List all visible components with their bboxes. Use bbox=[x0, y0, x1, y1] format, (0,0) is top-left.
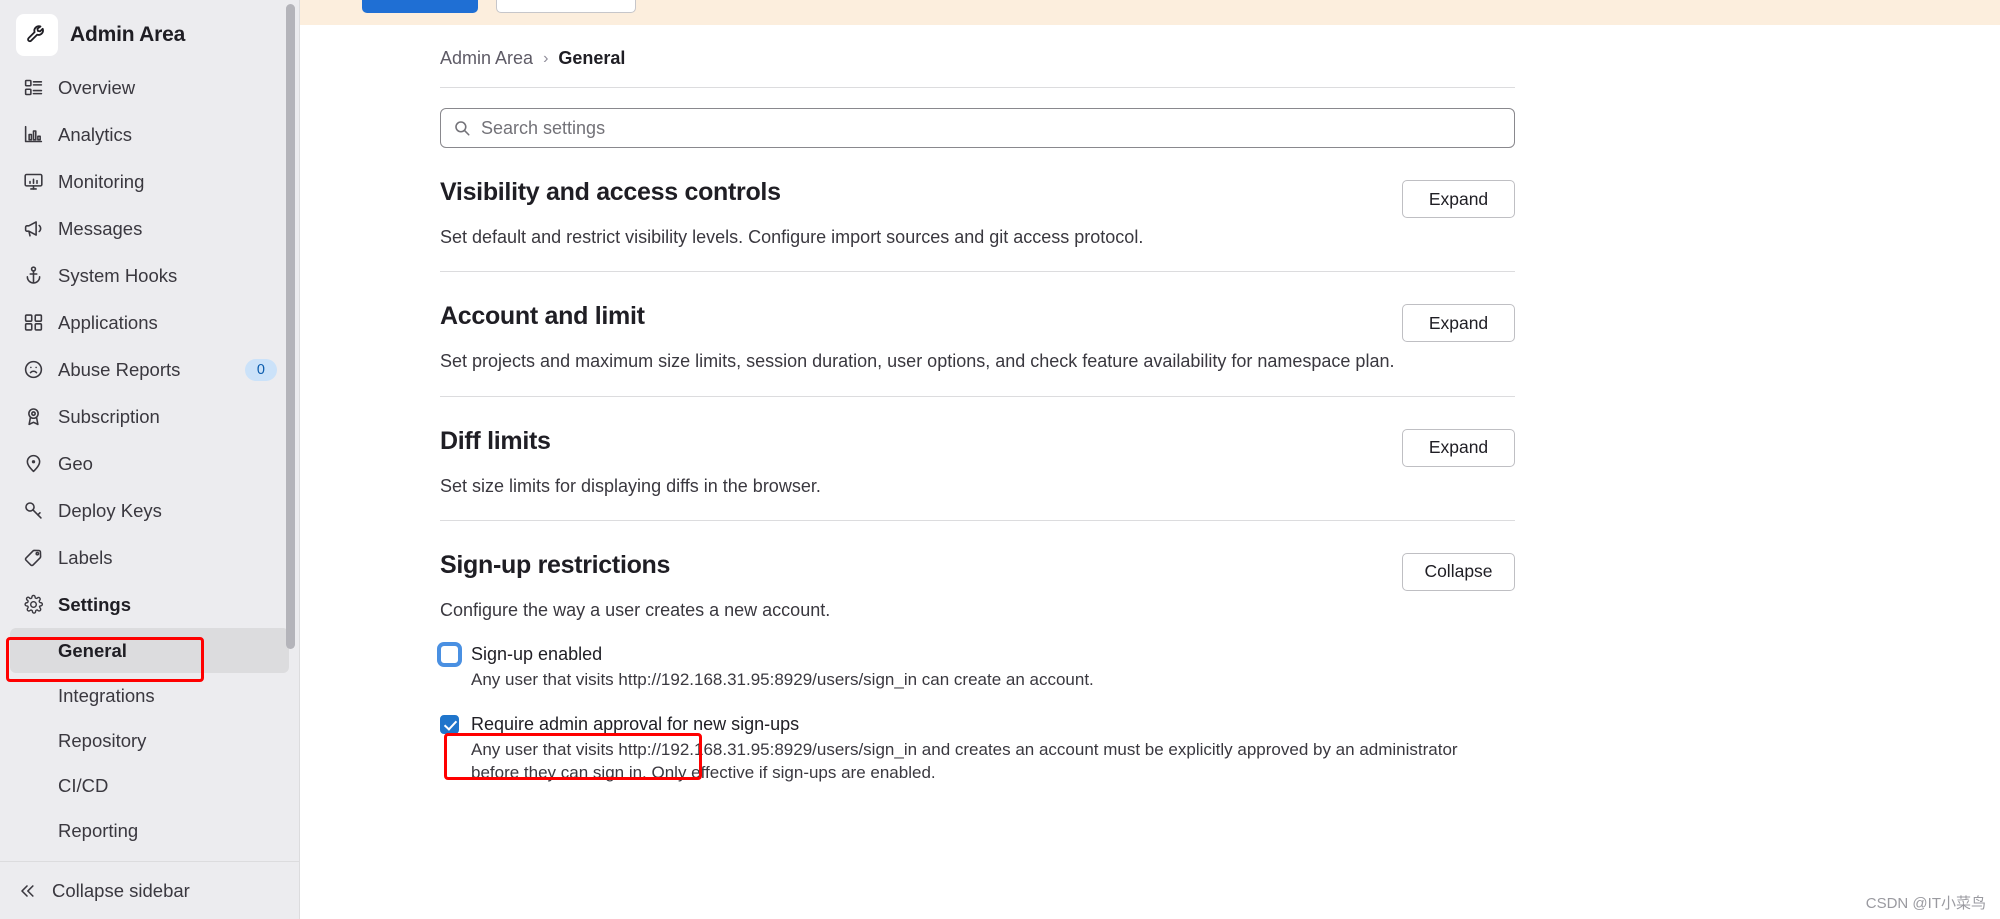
sidebar-item-label: Messages bbox=[58, 217, 143, 239]
sidebar-subitem-label: Repository bbox=[58, 729, 147, 751]
section-description: Set default and restrict visibility leve… bbox=[440, 227, 1144, 247]
sidebar-item-label: Geo bbox=[58, 452, 93, 474]
collapse-sidebar-button[interactable]: Collapse sidebar bbox=[0, 861, 299, 919]
section-expand-button[interactable]: Expand bbox=[1402, 180, 1515, 218]
sidebar-nav-list: Overview Analytics Monitoring Messages Syste… bbox=[10, 64, 289, 628]
sidebar-item-system-hooks[interactable]: System Hooks bbox=[10, 252, 289, 299]
sidebar-item-settings[interactable]: Settings bbox=[10, 581, 289, 628]
sidebar-scroll-area[interactable]: Admin Area Overview Analytics Monitoring Me… bbox=[0, 0, 299, 861]
sidebar-item-deploy-keys[interactable]: Deploy Keys bbox=[10, 487, 289, 534]
sidebar-item-monitoring[interactable]: Monitoring bbox=[10, 158, 289, 205]
sidebar-item-badge: 0 bbox=[244, 358, 277, 381]
analytics-icon bbox=[22, 124, 44, 146]
location-icon bbox=[22, 453, 44, 475]
settings-section: Account and limit Set projects and maximu… bbox=[440, 272, 1515, 397]
checkbox-require-admin-approval-for-new-sign-ups[interactable] bbox=[440, 714, 459, 734]
section-description: Set size limits for displaying diffs in … bbox=[440, 475, 821, 496]
sidebar-item-label: System Hooks bbox=[58, 264, 178, 286]
applications-icon bbox=[22, 312, 44, 334]
label-icon bbox=[22, 547, 44, 569]
sidebar-subitem-integrations[interactable]: Integrations bbox=[10, 673, 289, 718]
anchor-icon bbox=[22, 265, 44, 287]
section-title: Visibility and access controls bbox=[440, 178, 781, 206]
watermark: CSDN @IT小菜鸟 bbox=[1865, 895, 1986, 912]
section-description: Set projects and maximum size limits, se… bbox=[440, 351, 1395, 372]
sidebar-subitem-label: Integrations bbox=[58, 684, 155, 706]
sidebar-subitem-ci-cd[interactable]: CI/CD bbox=[10, 763, 289, 808]
collapse-sidebar-label: Collapse sidebar bbox=[52, 879, 190, 901]
checkbox-row: Sign-up enabled Any user that visits http… bbox=[440, 644, 1515, 691]
checkbox-help-text: Any user that visits http://192.168.31.9… bbox=[471, 670, 1094, 690]
monitoring-icon bbox=[22, 171, 44, 193]
search-icon bbox=[453, 119, 471, 137]
sidebar-settings-sublist: General Integrations Repository CI/CD Report… bbox=[10, 628, 289, 853]
megaphone-icon bbox=[22, 218, 44, 240]
checkbox-row: Require admin approval for new sign-ups A… bbox=[440, 714, 1515, 785]
sidebar-subitem-repository[interactable]: Repository bbox=[10, 718, 289, 763]
sidebar-item-label: Labels bbox=[58, 546, 113, 568]
frown-icon bbox=[22, 359, 44, 381]
sidebar-subitem-label: Reporting bbox=[58, 819, 139, 841]
section-collapse-button[interactable]: Collapse bbox=[1402, 552, 1515, 591]
checkbox-label[interactable]: Require admin approval for new sign-ups bbox=[471, 714, 799, 735]
sidebar-item-subscription[interactable]: Subscription bbox=[10, 393, 289, 440]
sidebar-item-overview[interactable]: Overview bbox=[10, 64, 289, 111]
settings-content: Admin Area › General Search settings Vis… bbox=[300, 25, 2000, 919]
banner-primary-button[interactable] bbox=[362, 0, 478, 13]
sidebar-subitem-label: General bbox=[58, 639, 127, 661]
section-description: Configure the way a user creates a new a… bbox=[440, 599, 831, 620]
overview-icon bbox=[22, 77, 44, 99]
sidebar-item-analytics[interactable]: Analytics bbox=[10, 111, 289, 158]
checkbox-label[interactable]: Sign-up enabled bbox=[471, 644, 602, 665]
breadcrumb-separator-icon: › bbox=[543, 49, 549, 67]
section-title: Sign-up restrictions bbox=[440, 550, 671, 579]
search-settings-wrap: Search settings bbox=[440, 88, 1940, 148]
search-input[interactable]: Search settings bbox=[440, 108, 1515, 148]
top-banner bbox=[300, 0, 2000, 25]
sidebar-brand[interactable]: Admin Area bbox=[10, 6, 289, 64]
sidebar-item-applications[interactable]: Applications bbox=[10, 299, 289, 346]
sidebar-item-labels[interactable]: Labels bbox=[10, 534, 289, 581]
wrench-icon bbox=[16, 14, 58, 56]
sidebar-item-label: Applications bbox=[58, 311, 158, 333]
settings-sections: Visibility and access controls Set defaul… bbox=[440, 148, 1940, 807]
license-icon bbox=[22, 406, 44, 428]
sidebar-subitem-reporting[interactable]: Reporting bbox=[10, 808, 289, 853]
sidebar-scrollbar-thumb[interactable] bbox=[286, 4, 295, 649]
sidebar-item-geo[interactable]: Geo bbox=[10, 440, 289, 487]
sidebar-item-abuse-reports[interactable]: Abuse Reports 0 bbox=[10, 346, 289, 393]
search-placeholder: Search settings bbox=[481, 117, 606, 138]
checkbox-help-text: Any user that visits http://192.168.31.9… bbox=[471, 739, 1458, 783]
sidebar-item-label: Settings bbox=[58, 593, 131, 615]
admin-settings-page: Admin Area Overview Analytics Monitoring Me… bbox=[0, 0, 2000, 919]
section-expand-button[interactable]: Expand bbox=[1402, 304, 1515, 343]
chevron-double-left-icon bbox=[16, 880, 38, 902]
sidebar-item-label: Subscription bbox=[58, 405, 160, 427]
gear-icon bbox=[22, 594, 44, 616]
sidebar-brand-label: Admin Area bbox=[70, 23, 186, 46]
settings-section: Visibility and access controls Set defaul… bbox=[440, 148, 1515, 273]
sidebar-item-label: Deploy Keys bbox=[58, 499, 162, 521]
section-title: Account and limit bbox=[440, 302, 645, 331]
banner-secondary-button[interactable] bbox=[496, 0, 636, 13]
breadcrumb: Admin Area › General bbox=[440, 25, 1940, 87]
checkbox-sign-up-enabled[interactable] bbox=[440, 645, 459, 665]
sidebar: Admin Area Overview Analytics Monitoring Me… bbox=[0, 0, 300, 919]
section-title: Diff limits bbox=[440, 426, 551, 455]
signup-restrictions-section: Sign-up restrictions Configure the way a … bbox=[440, 521, 1515, 807]
key-icon bbox=[22, 500, 44, 522]
sidebar-item-label: Monitoring bbox=[58, 170, 145, 192]
section-expand-button[interactable]: Expand bbox=[1402, 428, 1515, 467]
sidebar-item-label: Overview bbox=[58, 76, 136, 98]
breadcrumb-root[interactable]: Admin Area bbox=[440, 48, 533, 69]
settings-section: Diff limits Set size limits for displayin… bbox=[440, 397, 1515, 521]
sidebar-subitem-general[interactable]: General bbox=[10, 628, 289, 673]
sidebar-item-label: Analytics bbox=[58, 123, 133, 145]
breadcrumb-current: General bbox=[558, 48, 626, 68]
sidebar-item-messages[interactable]: Messages bbox=[10, 205, 289, 252]
main-content: Admin Area › General Search settings Vis… bbox=[300, 0, 2000, 919]
sidebar-item-label: Abuse Reports bbox=[58, 358, 181, 380]
sidebar-subitem-label: CI/CD bbox=[58, 774, 109, 796]
